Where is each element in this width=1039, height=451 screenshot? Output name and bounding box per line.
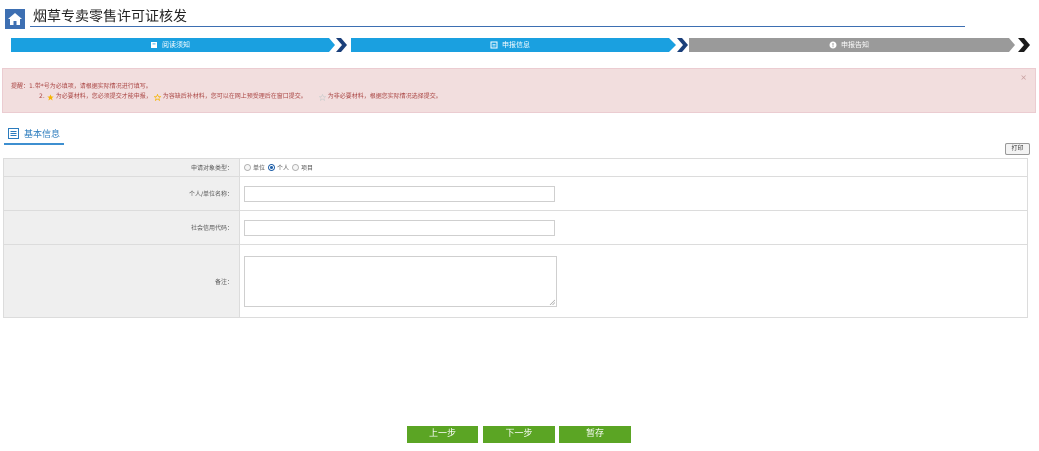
book-icon xyxy=(151,42,157,48)
name-row: 个人/单位名称： xyxy=(4,177,1027,211)
step-label: 申报告知 xyxy=(841,41,869,49)
radio-unit[interactable] xyxy=(244,164,251,171)
applicant-type-options: 单位 个人 项目 xyxy=(240,159,1027,176)
alert-line-2: 2. 为必要材料，您必须提交才能申报， 为容缺后补材料，您可以在网上预受理后在窗… xyxy=(39,93,442,101)
alert-line-2-number: 2. xyxy=(39,93,45,100)
radio-individual-label[interactable]: 个人 xyxy=(277,163,289,172)
info-icon xyxy=(829,41,837,49)
credit-code-label: 社会信用代码： xyxy=(4,211,240,244)
section-heading: 基本信息 xyxy=(8,124,60,142)
optional-star-icon xyxy=(318,93,326,101)
remark-textarea[interactable] xyxy=(244,255,557,307)
step-label: 阅读须知 xyxy=(162,41,190,49)
deferred-star-icon xyxy=(153,93,161,101)
progress-steps: 阅读须知 申报信息 申报告知 xyxy=(11,38,1031,52)
alert-deferred-text: 为容缺后补材料，您可以在网上预受理后在窗口提交。 xyxy=(162,93,307,100)
page: 烟草专卖零售许可证核发 阅读须知 申报信息 申报告知 提醒：1.带*号为必填项，… xyxy=(0,0,1039,451)
resize-grip-icon[interactable] xyxy=(549,299,555,305)
name-cell xyxy=(240,177,1027,210)
name-input[interactable] xyxy=(244,185,555,202)
basic-info-form: 申请对象类型： 单位 个人 项目 个人/单位名称： 社会信用代码： 备注： xyxy=(3,158,1028,318)
radio-project[interactable] xyxy=(292,164,300,171)
remark-row: 备注： xyxy=(4,245,1027,317)
form-icon xyxy=(490,41,498,49)
section-title: 基本信息 xyxy=(24,129,61,140)
required-star-icon xyxy=(47,93,54,100)
applicant-type-radio-group: 单位 个人 项目 xyxy=(244,163,315,172)
alert-required-text: 为必要材料，您必须提交才能申报， xyxy=(55,93,152,100)
name-label: 个人/单位名称： xyxy=(4,177,240,210)
step-read-notice[interactable]: 阅读须知 xyxy=(11,38,347,52)
page-title: 烟草专卖零售许可证核发 xyxy=(33,9,187,25)
list-icon xyxy=(8,127,19,139)
radio-project-label[interactable]: 项目 xyxy=(301,163,313,172)
radio-individual[interactable] xyxy=(268,164,276,171)
credit-code-cell xyxy=(240,211,1027,244)
section-underline xyxy=(4,143,64,145)
alert-optional-text: 为非必要材料，根据您实际情况选择提交。 xyxy=(327,93,442,100)
step-application-info[interactable]: 申报信息 xyxy=(351,38,688,52)
alert-line-1: 提醒：1.带*号为必填项，请根据实际情况进行填写。 xyxy=(11,83,152,90)
close-icon[interactable]: × xyxy=(1020,73,1027,82)
remark-label: 备注： xyxy=(4,245,240,317)
credit-code-input[interactable] xyxy=(244,219,555,236)
applicant-type-row: 申请对象类型： 单位 个人 项目 xyxy=(4,159,1027,177)
reminder-alert: 提醒：1.带*号为必填项，请根据实际情况进行填写。 2. 为必要材料，您必须提交… xyxy=(2,68,1036,113)
print-button[interactable]: 打印 xyxy=(1005,143,1030,155)
step-label: 申报信息 xyxy=(502,41,530,49)
credit-code-row: 社会信用代码： xyxy=(4,211,1027,245)
radio-unit-label[interactable]: 单位 xyxy=(253,163,265,172)
home-icon[interactable] xyxy=(5,9,25,29)
title-divider xyxy=(30,26,965,27)
applicant-type-label: 申请对象类型： xyxy=(4,159,240,176)
remark-cell xyxy=(240,245,1027,317)
next-step-button[interactable]: 下一步 xyxy=(483,426,555,443)
save-draft-button[interactable]: 暂存 xyxy=(559,426,631,443)
step-application-notice[interactable]: 申报告知 xyxy=(689,38,1031,52)
prev-step-button[interactable]: 上一步 xyxy=(407,426,478,443)
